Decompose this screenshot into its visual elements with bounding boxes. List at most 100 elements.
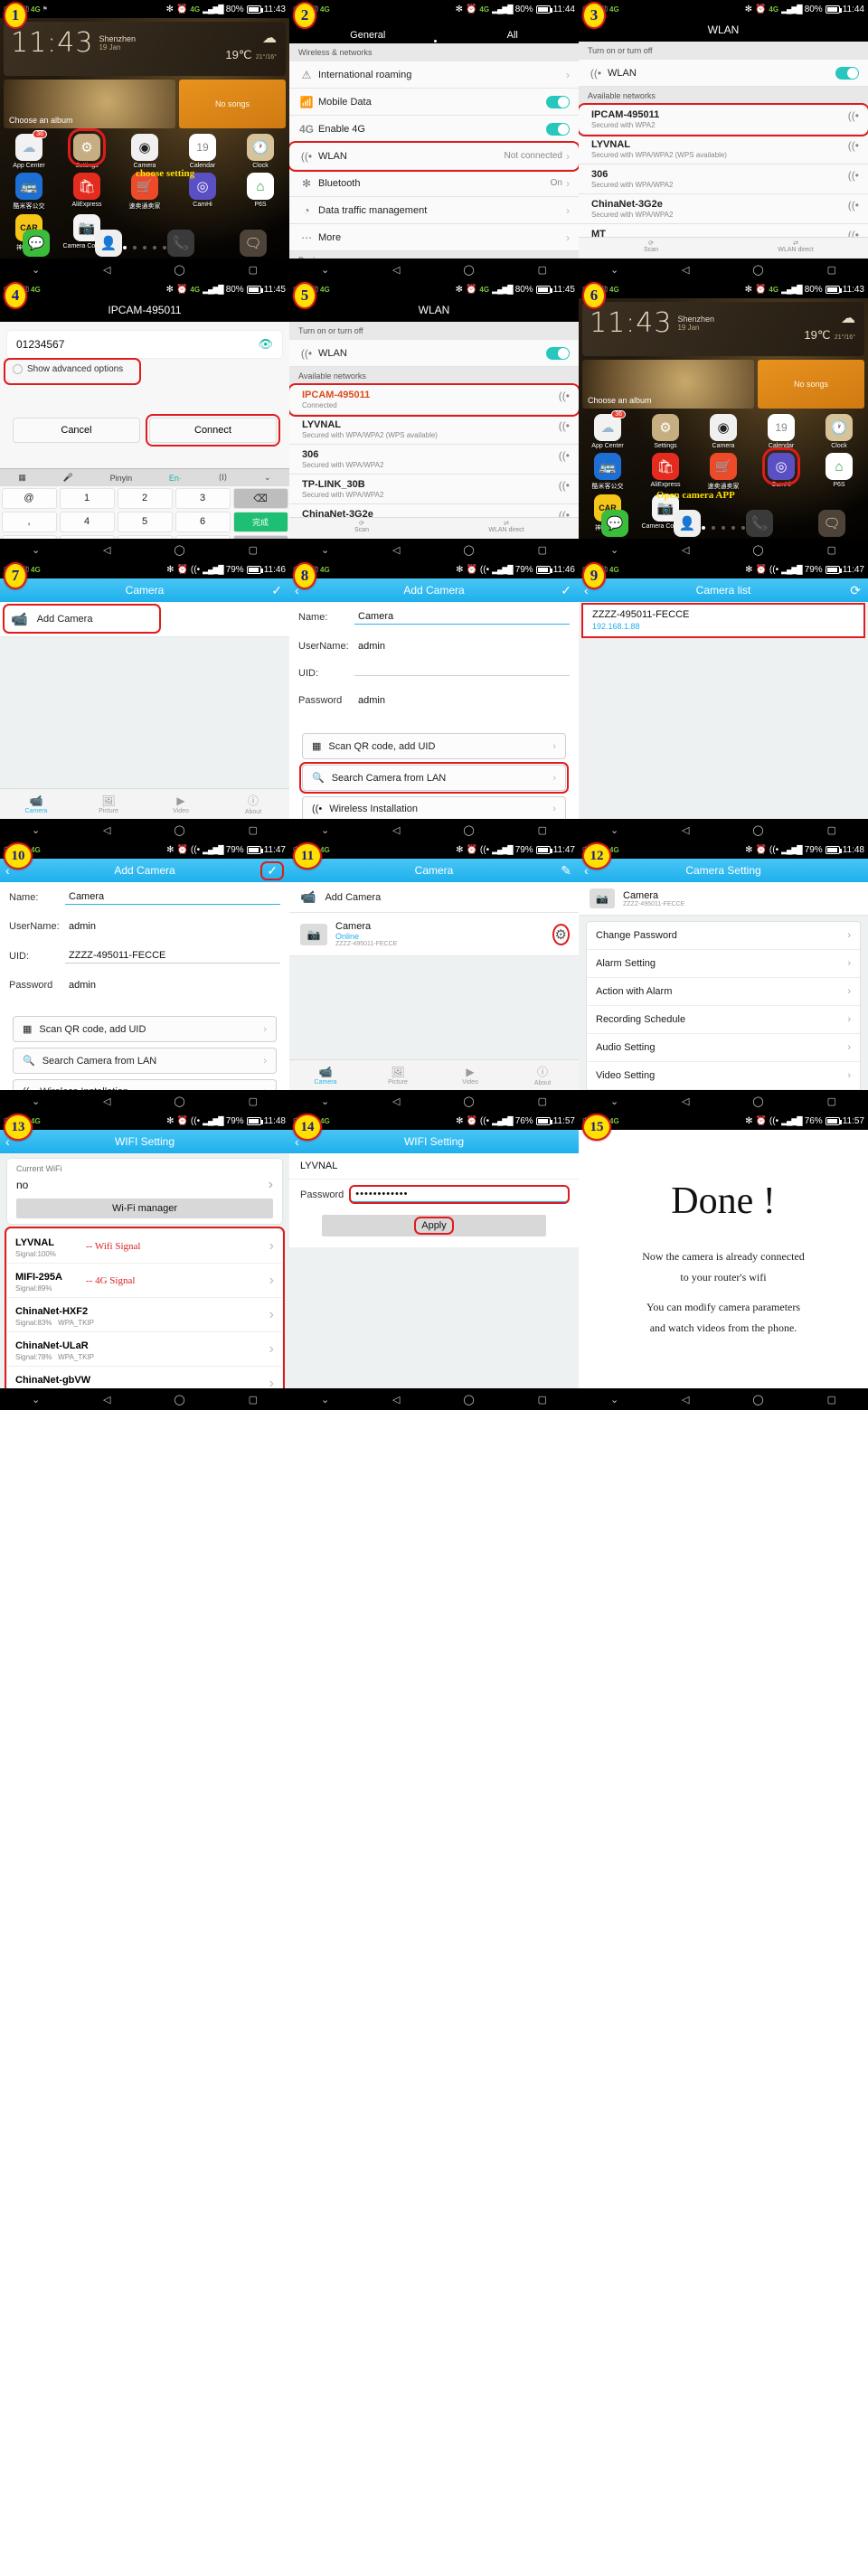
chevron-down-icon[interactable]: ⌄ bbox=[264, 473, 271, 483]
password-input[interactable]: •••••••••••• bbox=[349, 1185, 570, 1204]
settings-row-wlan[interactable]: ((• WLAN Not connected › bbox=[289, 141, 579, 172]
tab-video[interactable]: ▶ Video bbox=[434, 1060, 506, 1090]
camera-item[interactable]: 📷 Camera Online ZZZZ-495011-FECCE ⚙ bbox=[289, 913, 579, 956]
network-row-ipcam-connected[interactable]: IPCAM-495011 Connected ((• bbox=[289, 383, 579, 417]
setting-recording-schedule[interactable]: Recording Schedule › bbox=[587, 1006, 860, 1034]
home-icon[interactable]: ◯ bbox=[463, 1394, 474, 1406]
tab-camera[interactable]: 📹 Camera bbox=[0, 789, 72, 819]
keyboard-pinyin[interactable]: Pinyin bbox=[110, 474, 133, 483]
confirm-check-icon[interactable]: ✓ bbox=[561, 583, 571, 598]
wifi-manager-button[interactable]: Wi-Fi manager bbox=[16, 1199, 273, 1218]
network-row-lyvnal[interactable]: LYVNAL Secured with WPA/WPA2 (WPS availa… bbox=[579, 135, 868, 165]
app-icon-settings[interactable]: ⚙ Settings bbox=[637, 414, 694, 449]
mobile-data-toggle[interactable] bbox=[546, 95, 570, 108]
app-icon-settings[interactable]: ⚙ Settings bbox=[58, 128, 116, 169]
back-icon[interactable]: ◁ bbox=[392, 824, 400, 836]
back-icon[interactable]: ◁ bbox=[103, 1095, 110, 1107]
recents-icon[interactable]: ▢ bbox=[538, 1095, 547, 1107]
add-camera-row[interactable]: 📹 Add Camera bbox=[289, 882, 579, 913]
recents-icon[interactable]: ▢ bbox=[538, 1394, 547, 1406]
home-icon[interactable]: ◯ bbox=[174, 824, 184, 836]
key-backspace[interactable]: ⌫ bbox=[232, 487, 288, 509]
back-icon[interactable]: ◁ bbox=[682, 544, 689, 556]
collapse-icon[interactable]: ⌄ bbox=[32, 824, 40, 836]
wifi-row-ular[interactable]: ChinaNet-ULaR Signal:78% WPA_TKIP › bbox=[7, 1332, 282, 1367]
field-name[interactable]: Name: Camera bbox=[0, 882, 289, 912]
settings-row-more[interactable]: ⋯ More › bbox=[289, 224, 579, 251]
back-icon[interactable]: ◁ bbox=[392, 1394, 400, 1406]
field-uid[interactable]: UID: bbox=[289, 661, 579, 686]
app-icon-p6s[interactable]: ⌂ P6S bbox=[810, 453, 868, 491]
collapse-icon[interactable]: ⌄ bbox=[321, 264, 329, 276]
back-icon[interactable]: ◁ bbox=[103, 264, 110, 276]
recents-icon[interactable]: ▢ bbox=[827, 264, 836, 276]
scan-qr-button[interactable]: ▦ Scan QR code, add UID › bbox=[13, 1016, 277, 1042]
settings-row-international-roaming[interactable]: ⚠ International roaming › bbox=[289, 61, 579, 89]
collapse-icon[interactable]: ⌄ bbox=[610, 544, 618, 556]
field-username[interactable]: UserName: admin bbox=[0, 912, 289, 941]
app-icon-clock[interactable]: 🕐 Clock bbox=[231, 134, 289, 169]
app-icon-p6s[interactable]: ⌂ P6S bbox=[231, 173, 289, 211]
network-row-306[interactable]: 306 Secured with WPA/WPA2 ((• bbox=[579, 165, 868, 194]
music-widget[interactable]: No songs bbox=[758, 360, 864, 409]
wifi-row-hxf2[interactable]: ChinaNet-HXF2 Signal:83% WPA_TKIP › bbox=[7, 1298, 282, 1332]
tab-about[interactable]: ⓘ About bbox=[217, 789, 289, 819]
wlan-master-toggle-row[interactable]: ((• WLAN bbox=[579, 60, 868, 87]
collapse-icon[interactable]: ⌄ bbox=[32, 1095, 40, 1107]
collapse-icon[interactable]: ⌄ bbox=[610, 824, 618, 836]
phone-icon[interactable]: 📞 bbox=[746, 510, 773, 537]
collapse-icon[interactable]: ⌄ bbox=[610, 1095, 618, 1107]
app-icon-clock[interactable]: 🕐 Clock bbox=[810, 414, 868, 449]
back-icon[interactable]: ◁ bbox=[103, 544, 110, 556]
wlan-master-toggle-row[interactable]: ((• WLAN bbox=[289, 340, 579, 367]
app-icon-aliexpress[interactable]: 🛍 AliExpress bbox=[637, 453, 694, 491]
cursor-icon[interactable]: ⟨I⟩ bbox=[219, 473, 228, 483]
network-row-ipcam[interactable]: IPCAM-495011 Secured with WPA2 ((• bbox=[579, 103, 868, 136]
key-3[interactable]: 3 bbox=[175, 487, 231, 509]
back-icon[interactable]: ◁ bbox=[392, 544, 400, 556]
microphone-icon[interactable]: 🎤 bbox=[63, 473, 73, 483]
field-name[interactable]: Name: Camera bbox=[289, 602, 579, 632]
confirm-check-icon[interactable]: ✓ bbox=[271, 583, 282, 598]
recents-icon[interactable]: ▢ bbox=[827, 1394, 836, 1406]
collapse-icon[interactable]: ⌄ bbox=[321, 544, 329, 556]
add-camera-row[interactable]: 📹 Add Camera bbox=[0, 602, 289, 637]
home-icon[interactable]: ◯ bbox=[463, 1095, 474, 1107]
collapse-icon[interactable]: ⌄ bbox=[32, 1394, 40, 1406]
back-icon[interactable]: ◁ bbox=[682, 264, 689, 276]
recents-icon[interactable]: ▢ bbox=[538, 824, 547, 836]
wechat-icon[interactable]: 💬 bbox=[23, 230, 50, 257]
collapse-icon[interactable]: ⌄ bbox=[32, 264, 40, 276]
messages-icon[interactable]: 🗨 bbox=[818, 510, 845, 537]
app-icon-camhi[interactable]: ◎ CamHi bbox=[752, 447, 810, 491]
home-icon[interactable]: ◯ bbox=[463, 544, 474, 556]
password-input[interactable]: 01234567 👁 bbox=[7, 331, 282, 358]
app-icon-camera[interactable]: ◉ Camera bbox=[694, 414, 752, 449]
contacts-icon[interactable]: 👤 bbox=[674, 510, 701, 537]
confirm-check-icon[interactable]: ✓ bbox=[260, 860, 284, 880]
back-icon[interactable]: ◁ bbox=[103, 1394, 110, 1406]
camera-list-item[interactable]: ZZZZ-495011-FECCE 192.168.1.88 bbox=[581, 603, 865, 638]
key-2[interactable]: 2 bbox=[117, 487, 173, 509]
app-icon-camera[interactable]: ◉ Camera bbox=[116, 134, 174, 169]
apply-button[interactable]: Apply bbox=[322, 1215, 546, 1236]
scan-button[interactable]: ⟳ Scan bbox=[579, 238, 723, 259]
wlan-toggle[interactable] bbox=[546, 346, 570, 360]
home-icon[interactable]: ◯ bbox=[752, 1394, 763, 1406]
keyboard-grid-icon[interactable]: ▦ bbox=[18, 473, 26, 483]
recents-icon[interactable]: ▢ bbox=[249, 1394, 258, 1406]
refresh-icon[interactable]: ⟳ bbox=[850, 583, 861, 598]
home-icon[interactable]: ◯ bbox=[174, 264, 184, 276]
wechat-icon[interactable]: 💬 bbox=[601, 510, 628, 537]
back-icon[interactable]: ◁ bbox=[682, 1394, 689, 1406]
scan-qr-button[interactable]: ▦ Scan QR code, add UID › bbox=[302, 733, 566, 759]
contacts-icon[interactable]: 👤 bbox=[95, 230, 122, 257]
key-at[interactable]: @ bbox=[1, 487, 57, 509]
wifi-row-mifi[interactable]: MIFI-295A Signal:89% -- 4G Signal › bbox=[7, 1264, 282, 1298]
key-6[interactable]: 6 bbox=[175, 511, 231, 532]
home-icon[interactable]: ◯ bbox=[174, 1095, 184, 1107]
key-1[interactable]: 1 bbox=[59, 487, 115, 509]
setting-alarm[interactable]: Alarm Setting › bbox=[587, 950, 860, 978]
tab-picture[interactable]: 🖼 Picture bbox=[72, 789, 145, 819]
search-lan-button[interactable]: 🔍 Search Camera from LAN › bbox=[13, 1048, 277, 1074]
